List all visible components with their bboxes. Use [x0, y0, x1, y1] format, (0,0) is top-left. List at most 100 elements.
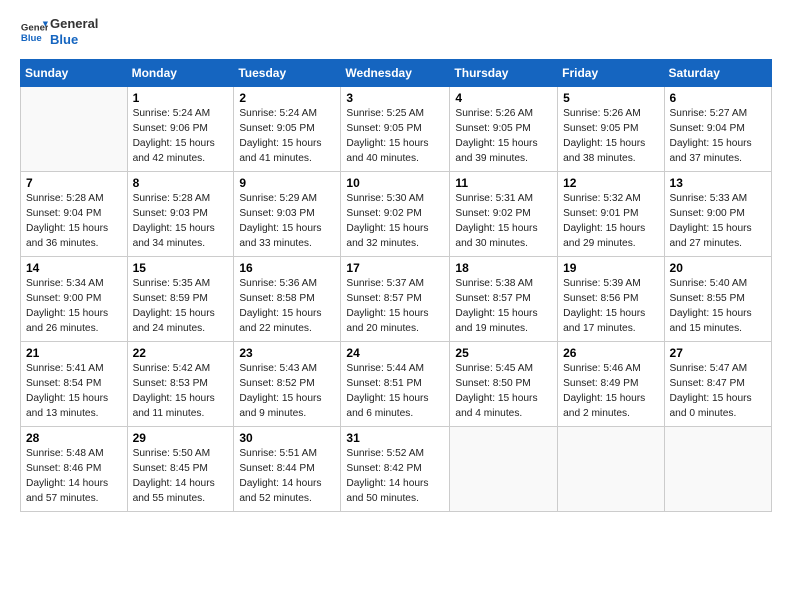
calendar-week-1: 1Sunrise: 5:24 AMSunset: 9:06 PMDaylight… [21, 87, 772, 172]
day-number: 19 [563, 261, 658, 275]
calendar-cell: 4 Sunrise: 5:26 AMSunset: 9:05 PMDaylight… [450, 87, 558, 172]
day-number: 2 [239, 91, 335, 105]
calendar-cell: 30Sunrise: 5:51 AMSunset: 8:44 PMDayligh… [234, 427, 341, 512]
calendar-cell: 7 Sunrise: 5:28 AMSunset: 9:04 PMDaylight… [21, 172, 128, 257]
calendar-table: Sunday Monday Tuesday Wednesday Thursday… [20, 59, 772, 512]
day-number: 11 [455, 176, 552, 190]
day-number: 31 [346, 431, 444, 445]
calendar-cell: 24 Sunrise: 5:44 AMSunset: 8:51 PMDayligh… [341, 342, 450, 427]
day-number: 14 [26, 261, 122, 275]
calendar-cell: 28 Sunrise: 5:48 AMSunset: 8:46 PMDayligh… [21, 427, 128, 512]
day-info: Sunrise: 5:27 AMSunset: 9:04 PMDaylight:… [670, 107, 766, 166]
header-wednesday: Wednesday [341, 60, 450, 87]
calendar-week-5: 28 Sunrise: 5:48 AMSunset: 8:46 PMDayligh… [21, 427, 772, 512]
day-number: 18 [455, 261, 552, 275]
day-number: 9 [239, 176, 335, 190]
day-number: 29 [133, 431, 229, 445]
calendar-cell: 17 Sunrise: 5:37 AMSunset: 8:57 PMDayligh… [341, 257, 450, 342]
svg-text:General: General [21, 22, 48, 33]
calendar-cell: 31 Sunrise: 5:52 AMSunset: 8:42 PMDayligh… [341, 427, 450, 512]
calendar-cell: 10 Sunrise: 5:30 AMSunset: 9:02 PMDayligh… [341, 172, 450, 257]
day-info: Sunrise: 5:37 AMSunset: 8:57 PMDaylight:… [346, 277, 444, 336]
calendar-cell: 3 Sunrise: 5:25 AMSunset: 9:05 PMDaylight… [341, 87, 450, 172]
day-info: Sunrise: 5:26 AMSunset: 9:05 PMDaylight:… [563, 107, 658, 166]
day-number: 3 [346, 91, 444, 105]
day-number: 4 [455, 91, 552, 105]
day-info: Sunrise: 5:46 AMSunset: 8:49 PMDaylight:… [563, 362, 658, 421]
calendar-cell: 6 Sunrise: 5:27 AMSunset: 9:04 PMDaylight… [664, 87, 771, 172]
calendar-cell: 18 Sunrise: 5:38 AMSunset: 8:57 PMDayligh… [450, 257, 558, 342]
calendar-cell: 23 Sunrise: 5:43 AMSunset: 8:52 PMDayligh… [234, 342, 341, 427]
calendar-body: 1Sunrise: 5:24 AMSunset: 9:06 PMDaylight… [21, 87, 772, 512]
day-number: 17 [346, 261, 444, 275]
day-info: Sunrise: 5:25 AMSunset: 9:05 PMDaylight:… [346, 107, 444, 166]
calendar-cell: 12 Sunrise: 5:32 AMSunset: 9:01 PMDayligh… [558, 172, 664, 257]
day-number: 28 [26, 431, 122, 445]
calendar-cell: 2 Sunrise: 5:24 AMSunset: 9:05 PMDaylight… [234, 87, 341, 172]
day-number: 27 [670, 346, 766, 360]
day-info: Sunrise: 5:42 AMSunset: 8:53 PMDaylight:… [133, 362, 229, 421]
day-info: Sunrise: 5:33 AMSunset: 9:00 PMDaylight:… [670, 192, 766, 251]
header-thursday: Thursday [450, 60, 558, 87]
day-info: Sunrise: 5:32 AMSunset: 9:01 PMDaylight:… [563, 192, 658, 251]
day-info: Sunrise: 5:48 AMSunset: 8:46 PMDaylight:… [26, 447, 122, 506]
header-monday: Monday [127, 60, 234, 87]
day-info: Sunrise: 5:43 AMSunset: 8:52 PMDaylight:… [239, 362, 335, 421]
header: General Blue General Blue [20, 16, 772, 47]
calendar-cell: 19Sunrise: 5:39 AMSunset: 8:56 PMDayligh… [558, 257, 664, 342]
day-number: 23 [239, 346, 335, 360]
calendar-cell: 9 Sunrise: 5:29 AMSunset: 9:03 PMDaylight… [234, 172, 341, 257]
calendar-cell: 26Sunrise: 5:46 AMSunset: 8:49 PMDayligh… [558, 342, 664, 427]
day-info: Sunrise: 5:31 AMSunset: 9:02 PMDaylight:… [455, 192, 552, 251]
day-info: Sunrise: 5:24 AMSunset: 9:05 PMDaylight:… [239, 107, 335, 166]
day-info: Sunrise: 5:30 AMSunset: 9:02 PMDaylight:… [346, 192, 444, 251]
day-info: Sunrise: 5:24 AMSunset: 9:06 PMDaylight:… [133, 107, 229, 166]
day-info: Sunrise: 5:28 AMSunset: 9:03 PMDaylight:… [133, 192, 229, 251]
calendar-cell: 11 Sunrise: 5:31 AMSunset: 9:02 PMDayligh… [450, 172, 558, 257]
calendar-cell: 27 Sunrise: 5:47 AMSunset: 8:47 PMDayligh… [664, 342, 771, 427]
day-info: Sunrise: 5:34 AMSunset: 9:00 PMDaylight:… [26, 277, 122, 336]
calendar-week-4: 21Sunrise: 5:41 AMSunset: 8:54 PMDayligh… [21, 342, 772, 427]
day-info: Sunrise: 5:29 AMSunset: 9:03 PMDaylight:… [239, 192, 335, 251]
svg-text:Blue: Blue [21, 32, 42, 43]
calendar-header: Sunday Monday Tuesday Wednesday Thursday… [21, 60, 772, 87]
day-info: Sunrise: 5:26 AMSunset: 9:05 PMDaylight:… [455, 107, 552, 166]
logo-icon: General Blue [20, 18, 48, 46]
day-info: Sunrise: 5:40 AMSunset: 8:55 PMDaylight:… [670, 277, 766, 336]
calendar-cell: 13 Sunrise: 5:33 AMSunset: 9:00 PMDayligh… [664, 172, 771, 257]
day-info: Sunrise: 5:47 AMSunset: 8:47 PMDaylight:… [670, 362, 766, 421]
header-sunday: Sunday [21, 60, 128, 87]
weekday-row: Sunday Monday Tuesday Wednesday Thursday… [21, 60, 772, 87]
day-info: Sunrise: 5:41 AMSunset: 8:54 PMDaylight:… [26, 362, 122, 421]
day-number: 25 [455, 346, 552, 360]
day-number: 6 [670, 91, 766, 105]
calendar-cell: 20Sunrise: 5:40 AMSunset: 8:55 PMDayligh… [664, 257, 771, 342]
logo: General Blue General Blue [20, 16, 98, 47]
calendar-cell: 21Sunrise: 5:41 AMSunset: 8:54 PMDayligh… [21, 342, 128, 427]
calendar-cell [21, 87, 128, 172]
header-friday: Friday [558, 60, 664, 87]
day-number: 13 [670, 176, 766, 190]
calendar-cell [450, 427, 558, 512]
day-info: Sunrise: 5:28 AMSunset: 9:04 PMDaylight:… [26, 192, 122, 251]
day-number: 5 [563, 91, 658, 105]
day-number: 10 [346, 176, 444, 190]
day-number: 22 [133, 346, 229, 360]
day-info: Sunrise: 5:44 AMSunset: 8:51 PMDaylight:… [346, 362, 444, 421]
day-number: 30 [239, 431, 335, 445]
calendar-cell: 15Sunrise: 5:35 AMSunset: 8:59 PMDayligh… [127, 257, 234, 342]
day-number: 7 [26, 176, 122, 190]
day-info: Sunrise: 5:36 AMSunset: 8:58 PMDaylight:… [239, 277, 335, 336]
day-info: Sunrise: 5:38 AMSunset: 8:57 PMDaylight:… [455, 277, 552, 336]
calendar-cell: 25 Sunrise: 5:45 AMSunset: 8:50 PMDayligh… [450, 342, 558, 427]
day-info: Sunrise: 5:52 AMSunset: 8:42 PMDaylight:… [346, 447, 444, 506]
day-number: 12 [563, 176, 658, 190]
day-info: Sunrise: 5:35 AMSunset: 8:59 PMDaylight:… [133, 277, 229, 336]
logo-blue-text: Blue [50, 32, 98, 48]
calendar-cell [558, 427, 664, 512]
day-number: 16 [239, 261, 335, 275]
day-info: Sunrise: 5:45 AMSunset: 8:50 PMDaylight:… [455, 362, 552, 421]
day-number: 8 [133, 176, 229, 190]
calendar-cell: 14 Sunrise: 5:34 AMSunset: 9:00 PMDayligh… [21, 257, 128, 342]
day-number: 24 [346, 346, 444, 360]
